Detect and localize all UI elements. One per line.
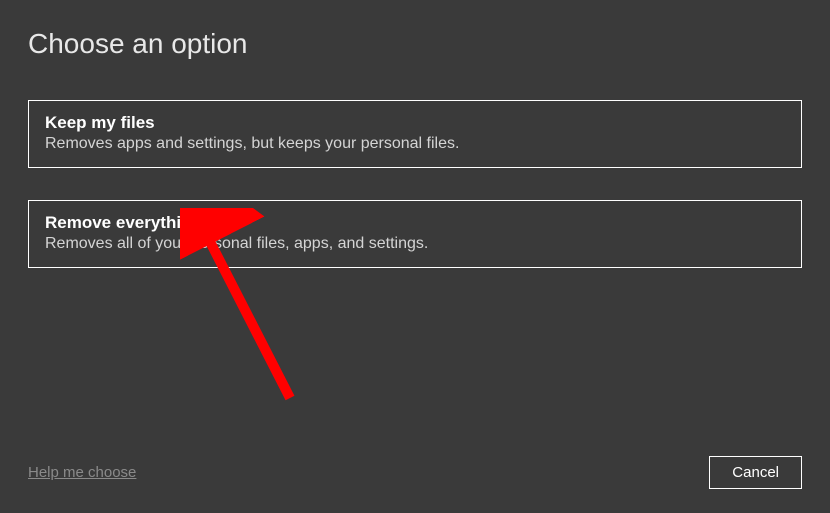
option-title: Remove everything [45, 213, 785, 233]
help-me-choose-link[interactable]: Help me choose [28, 464, 136, 481]
page-title: Choose an option [28, 28, 802, 60]
option-title: Keep my files [45, 113, 785, 133]
option-keep-my-files[interactable]: Keep my files Removes apps and settings,… [28, 100, 802, 168]
option-description: Removes all of your personal files, apps… [45, 235, 785, 253]
option-remove-everything[interactable]: Remove everything Removes all of your pe… [28, 200, 802, 268]
option-description: Removes apps and settings, but keeps you… [45, 135, 785, 153]
cancel-button[interactable]: Cancel [709, 456, 802, 489]
